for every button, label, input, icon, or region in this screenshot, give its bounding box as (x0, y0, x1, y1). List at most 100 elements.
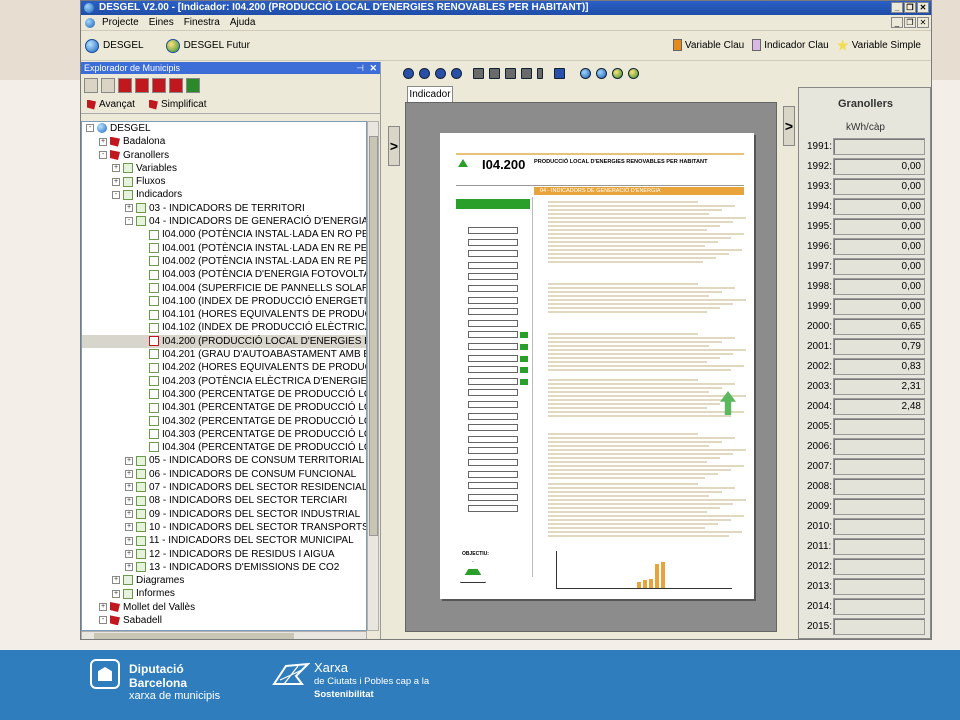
tree-item[interactable]: I04.003 (POTÈNCIA D'ENERGIA FOTOVOLTA (82, 268, 366, 281)
desgel-futur-button[interactable]: DESGEL Futur (165, 38, 250, 53)
year-value-field[interactable] (833, 558, 925, 575)
tree-item[interactable]: I04.203 (POTÈNCIA ELÈCTRICA D'ENERGIES (82, 375, 366, 388)
tree-item[interactable]: +13 - INDICADORS D'EMISSIONS DE CO2 (82, 561, 366, 574)
year-value-field[interactable] (833, 598, 925, 615)
tree-item[interactable]: +06 - INDICADORS DE CONSUM FUNCIONAL (82, 468, 366, 481)
tree-item[interactable]: I04.000 (POTÈNCIA INSTAL·LADA EN RO PEI (82, 228, 366, 241)
collapse-icon[interactable]: - (99, 150, 107, 159)
print-icon[interactable] (473, 67, 484, 79)
next-page-icon[interactable] (435, 67, 446, 79)
expand-icon[interactable]: + (99, 137, 107, 146)
tree-item[interactable]: I04.201 (GRAU D'AUTOABASTAMENT AMB E (82, 348, 366, 361)
year-value-field[interactable] (833, 538, 925, 555)
menu-ajuda[interactable]: Ajuda (225, 17, 261, 28)
expand-icon[interactable]: + (99, 603, 107, 612)
year-value-field[interactable]: 0,65 (833, 318, 925, 335)
year-value-field[interactable]: 0,00 (833, 278, 925, 295)
child-minimize-button[interactable]: _ (891, 17, 903, 28)
minimize-button[interactable]: _ (891, 2, 903, 13)
year-value-field[interactable]: 0,79 (833, 338, 925, 355)
expand-arrow-button[interactable]: > (783, 106, 795, 146)
expand-icon[interactable]: + (125, 470, 133, 479)
tree-item[interactable]: + Informes (82, 587, 366, 600)
close-icon[interactable]: ✕ (369, 62, 377, 74)
tree-item[interactable]: + Mollet del Vallès (82, 601, 366, 614)
year-value-field[interactable] (833, 458, 925, 475)
tree-item[interactable]: +07 - INDICADORS DEL SECTOR RESIDENCIAL (82, 481, 366, 494)
expand-icon[interactable]: + (125, 536, 133, 545)
scroll-thumb[interactable] (369, 136, 378, 536)
save-icon[interactable] (554, 67, 565, 79)
scroll-thumb[interactable] (94, 633, 294, 639)
binoculars-icon[interactable] (489, 67, 500, 79)
globe-future-icon[interactable] (628, 67, 639, 79)
tree-item[interactable]: I04.002 (POTÈNCIA INSTAL·LADA EN RE PEF (82, 255, 366, 268)
expand-icon[interactable]: + (112, 164, 120, 173)
expand-icon[interactable]: + (125, 456, 133, 465)
tree-item[interactable]: - Granollers (82, 149, 366, 162)
chevron-down-icon[interactable] (537, 67, 543, 79)
export-icon[interactable] (505, 67, 516, 79)
last-page-icon[interactable] (451, 67, 462, 79)
tab-indicador[interactable]: Indicador (407, 86, 453, 102)
child-restore-button[interactable]: ❐ (904, 17, 916, 28)
tree-item[interactable]: +11 - INDICADORS DEL SECTOR MUNICIPAL (82, 534, 366, 547)
restore-button[interactable]: ❐ (904, 2, 916, 13)
tree-item[interactable]: + Fluxos (82, 175, 366, 188)
year-value-field[interactable]: 0,00 (833, 258, 925, 275)
tree-item[interactable]: I04.004 (SUPERFICIE DE PANNELLS SOLARS (82, 282, 366, 295)
collapse-icon[interactable]: - (99, 616, 107, 625)
menu-finestra[interactable]: Finestra (179, 17, 225, 28)
globe-future-icon[interactable] (612, 67, 623, 79)
child-close-button[interactable]: ✕ (917, 17, 929, 28)
year-value-field[interactable] (833, 498, 925, 515)
year-value-field[interactable]: 0,00 (833, 218, 925, 235)
year-value-field[interactable] (833, 518, 925, 535)
expand-icon[interactable]: + (125, 509, 133, 518)
tree-item[interactable]: + Diagrames (82, 574, 366, 587)
year-value-field[interactable] (833, 138, 925, 155)
expand-arrow-button[interactable]: > (388, 126, 400, 166)
tree-item[interactable]: +10 - INDICADORS DEL SECTOR TRANSPORTS (82, 521, 366, 534)
flag-tool-button[interactable] (118, 77, 132, 93)
expand-icon[interactable]: + (125, 483, 133, 492)
tree-item[interactable]: +05 - INDICADORS DE CONSUM TERRITORIAL (82, 454, 366, 467)
expand-icon[interactable]: + (125, 523, 133, 532)
zoom-icon[interactable] (521, 67, 532, 79)
tree-item[interactable]: I04.202 (HORES EQUIVALENTS DE PRODUC (82, 361, 366, 374)
tree-item[interactable]: I04.301 (PERCENTATGE DE PRODUCCIÓ LO (82, 401, 366, 414)
menu-eines[interactable]: Eines (144, 17, 179, 28)
year-value-field[interactable]: 0,00 (833, 198, 925, 215)
expand-icon[interactable]: + (125, 563, 133, 572)
expand-icon[interactable]: + (112, 576, 120, 585)
flag-tool-button[interactable] (135, 77, 149, 93)
globe-icon[interactable] (596, 67, 607, 79)
collapse-icon[interactable]: - (125, 217, 133, 226)
expand-icon[interactable]: + (125, 204, 133, 213)
menu-projecte[interactable]: Projecte (97, 17, 144, 28)
year-value-field[interactable]: 0,00 (833, 178, 925, 195)
collapse-icon[interactable]: - (112, 190, 120, 199)
year-value-field[interactable]: 0,00 (833, 238, 925, 255)
close-button[interactable]: ✕ (917, 2, 929, 13)
year-value-field[interactable] (833, 578, 925, 595)
year-value-field[interactable]: 2,31 (833, 378, 925, 395)
tree-item[interactable]: I04.001 (POTÈNCIA INSTAL·LADA EN RE PEF (82, 242, 366, 255)
tree-item[interactable]: I04.304 (PERCENTATGE DE PRODUCCIÓ LO (82, 441, 366, 454)
tree-item[interactable]: I04.300 (PERCENTATGE DE PRODUCCIÓ LO (82, 388, 366, 401)
year-value-field[interactable]: 0,00 (833, 298, 925, 315)
tree-item[interactable]: + Variables (82, 162, 366, 175)
tab-simplificat[interactable]: Simplificat (148, 99, 207, 110)
tree-item[interactable]: I04.200 (PRODUCCIÓ LOCAL D'ENERGIES RI (82, 334, 366, 349)
first-page-icon[interactable] (403, 67, 414, 79)
tree-tool-button[interactable] (101, 77, 115, 93)
tree-item[interactable]: +03 - INDICADORS DE TERRITORI (82, 202, 366, 215)
tree-item[interactable]: I04.303 (PERCENTATGE DE PRODUCCIÓ LO (82, 428, 366, 441)
flag-tool-button[interactable] (169, 77, 183, 93)
tree-tool-button[interactable] (84, 77, 98, 93)
tree-item[interactable]: +08 - INDICADORS DEL SECTOR TERCIARI (82, 494, 366, 507)
tree-item[interactable]: - Indicadors (82, 188, 366, 201)
desgel-button[interactable]: DESGEL (85, 38, 144, 53)
previous-page-icon[interactable] (419, 67, 430, 79)
tree-item[interactable]: - 04 - INDICADORS DE GENERACIÓ D'ENERGIA (82, 215, 366, 228)
